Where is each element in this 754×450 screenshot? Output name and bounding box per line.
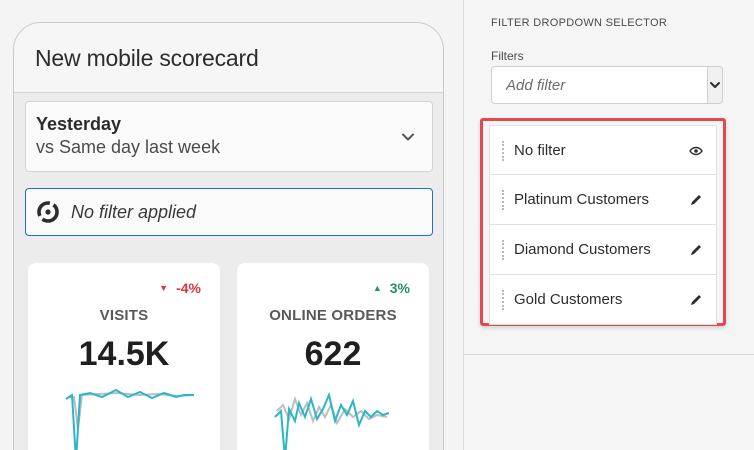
- filter-status-text: No filter applied: [71, 201, 197, 222]
- app-stage: New mobile scorecard Yesterday vs Same d…: [0, 0, 754, 450]
- filter-item-platinum-customers[interactable]: Platinum Customers: [489, 175, 717, 225]
- scorecard-title: New mobile scorecard: [35, 45, 259, 71]
- filter-item-label: Platinum Customers: [514, 191, 650, 208]
- filter-item-gold-customers[interactable]: Gold Customers: [489, 275, 717, 325]
- filter-list: No filter Platinum Customers Diamond Cus…: [480, 118, 726, 326]
- metric-label: VISITS: [99, 307, 149, 324]
- drag-handle-icon[interactable]: [502, 190, 504, 210]
- trend-down-icon: ▼: [159, 283, 169, 293]
- date-range-comparison: vs Same day last week: [36, 137, 221, 157]
- pencil-icon[interactable]: [688, 292, 704, 308]
- filter-item-label: No filter: [514, 141, 566, 159]
- eye-icon[interactable]: [688, 143, 704, 159]
- filters-field-label: Filters: [491, 49, 524, 63]
- add-filter-input[interactable]: [491, 66, 707, 104]
- metric-change-value: -4%: [176, 280, 201, 296]
- filter-status-bar[interactable]: No filter applied: [25, 188, 433, 236]
- date-range-selector[interactable]: Yesterday vs Same day last week: [25, 101, 433, 172]
- chevron-down-icon: [710, 82, 720, 88]
- sparkline-online-orders: [274, 391, 390, 450]
- drag-handle-icon[interactable]: [502, 141, 504, 161]
- date-range-main: Yesterday: [36, 114, 122, 134]
- metric-label: ONLINE ORDERS: [269, 307, 397, 324]
- trend-up-icon: ▲: [372, 283, 382, 293]
- metric-card-visits[interactable]: ▼ -4% VISITS 14.5K: [28, 263, 220, 450]
- metric-change: ▼ -4%: [159, 280, 201, 296]
- filter-item-label: Gold Customers: [514, 291, 623, 308]
- panel-heading: FILTER DROPDOWN SELECTOR: [491, 17, 668, 29]
- filter-item-no-filter[interactable]: No filter: [489, 125, 717, 175]
- pencil-icon[interactable]: [688, 192, 704, 208]
- pencil-icon[interactable]: [688, 242, 704, 258]
- metric-value: 14.5K: [78, 335, 170, 373]
- drag-handle-icon[interactable]: [502, 290, 504, 310]
- segment-icon: [37, 201, 59, 223]
- filter-item-diamond-customers[interactable]: Diamond Customers: [489, 225, 717, 275]
- chevron-down-icon: [402, 133, 414, 141]
- scorecard-header: New mobile scorecard: [14, 23, 443, 93]
- filter-picker: [491, 66, 723, 104]
- mobile-scorecard-preview: New mobile scorecard Yesterday vs Same d…: [13, 22, 444, 450]
- panel-divider: [464, 354, 754, 355]
- sparkline-visits: [65, 388, 195, 450]
- metric-change: ▲ 3%: [373, 280, 410, 296]
- filter-item-label: Diamond Customers: [514, 241, 651, 258]
- filter-dropdown-button[interactable]: [707, 66, 723, 104]
- metric-card-online-orders[interactable]: ▲ 3% ONLINE ORDERS 622: [237, 263, 429, 450]
- metric-value: 622: [304, 335, 362, 373]
- drag-handle-icon[interactable]: [502, 240, 504, 260]
- metric-change-value: 3%: [389, 280, 410, 296]
